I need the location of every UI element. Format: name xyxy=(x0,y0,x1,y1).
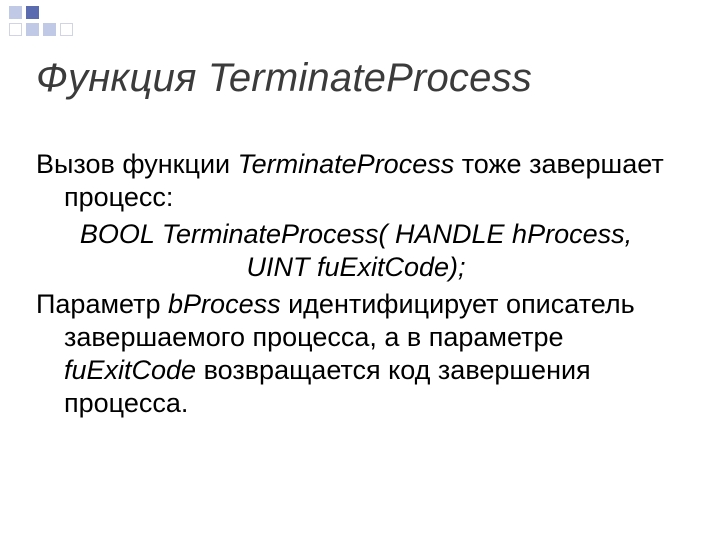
decoration-square xyxy=(43,23,56,36)
decoration-square xyxy=(26,6,39,19)
desc-param-2: fuExitCode xyxy=(64,355,196,385)
function-signature: BOOL TerminateProcess( HANDLE hProcess, … xyxy=(36,218,676,284)
decoration-square xyxy=(9,6,22,19)
signature-tail: ); xyxy=(449,252,466,282)
decoration-square xyxy=(26,23,39,36)
decoration-square xyxy=(9,23,22,36)
intro-text-pre: Вызов функции xyxy=(36,149,238,179)
description-paragraph: Параметр bProcess идентифицирует описате… xyxy=(36,288,676,420)
signature-text: BOOL TerminateProcess( HANDLE hProcess, … xyxy=(80,219,632,282)
desc-text-1: Параметр xyxy=(36,289,168,319)
intro-paragraph: Вызов функции TerminateProcess тоже заве… xyxy=(36,148,676,214)
slide: Функция TerminateProcess Вызов функции T… xyxy=(0,0,720,540)
desc-param-1: bProcess xyxy=(168,289,281,319)
slide-body: Вызов функции TerminateProcess тоже заве… xyxy=(36,148,676,424)
intro-function-name: TerminateProcess xyxy=(238,149,455,179)
decoration-square xyxy=(60,23,73,36)
slide-title: Функция TerminateProcess xyxy=(36,56,676,101)
